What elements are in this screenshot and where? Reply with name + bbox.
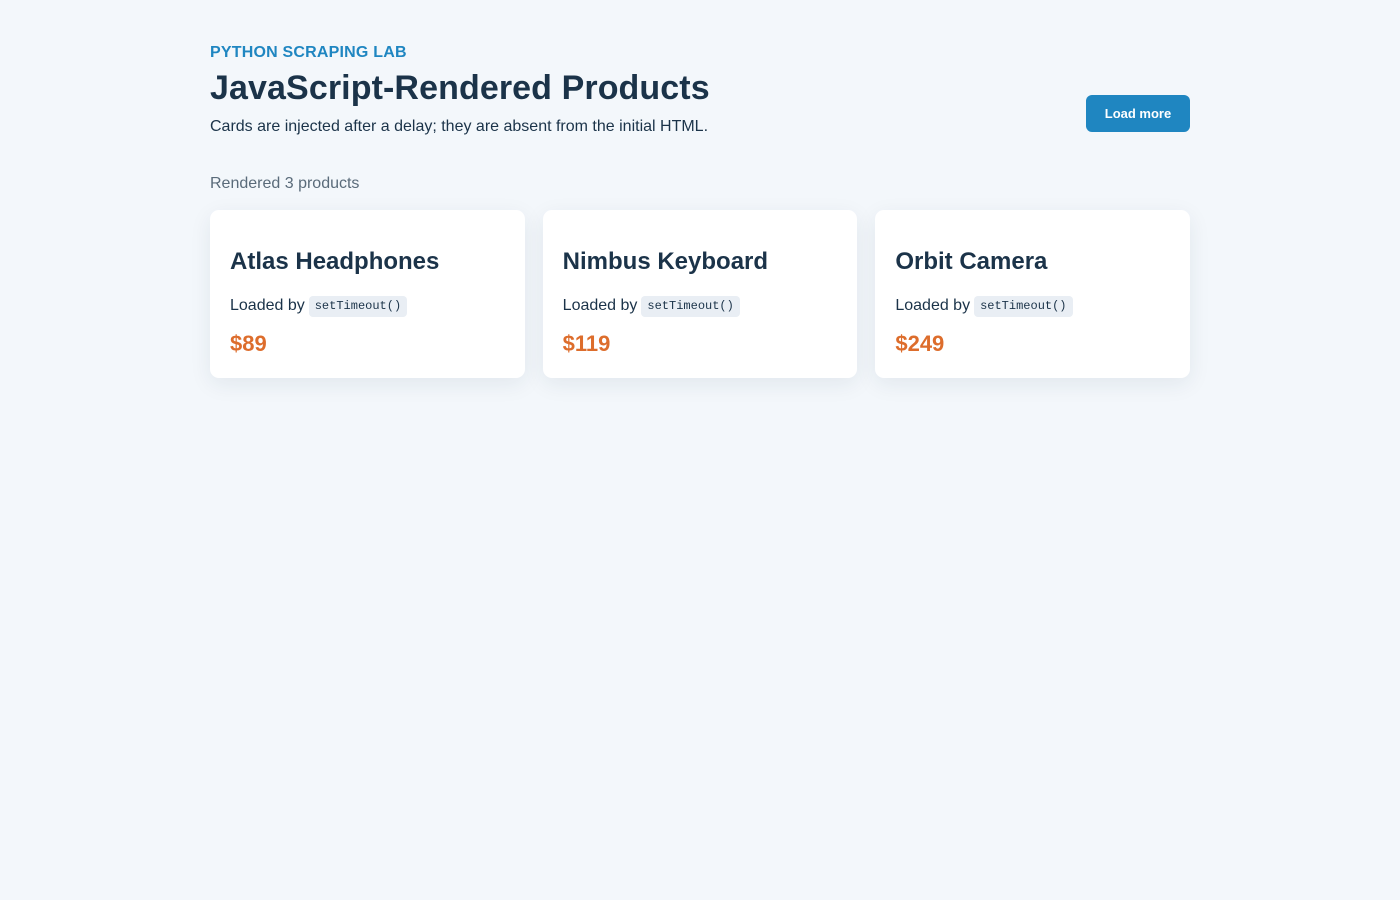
product-price: $119 bbox=[562, 331, 611, 356]
page-subtitle: Cards are injected after a delay; they a… bbox=[210, 118, 709, 135]
loader-code: setTimeout() bbox=[974, 296, 1073, 317]
product-loaded-by: Loaded by setTimeout() bbox=[230, 294, 505, 317]
page-container: PYTHON SCRAPING LAB JavaScript-Rendered … bbox=[210, 44, 1191, 378]
product-name: Atlas Headphones bbox=[230, 248, 440, 275]
product-card: Orbit Camera Loaded by setTimeout() $249 bbox=[875, 210, 1191, 378]
product-card: Nimbus Keyboard Loaded by setTimeout() $… bbox=[542, 210, 858, 378]
loaded-by-label: Loaded by bbox=[895, 296, 971, 314]
product-grid: Atlas Headphones Loaded by setTimeout() … bbox=[210, 210, 1191, 378]
product-price: $249 bbox=[895, 331, 945, 356]
loader-code: setTimeout() bbox=[641, 296, 740, 317]
loaded-by-label: Loaded by bbox=[230, 296, 305, 314]
product-name: Orbit Camera bbox=[895, 248, 1048, 275]
product-loaded-by: Loaded by setTimeout() bbox=[895, 294, 1170, 317]
load-more-button[interactable]: Load more bbox=[1086, 95, 1190, 132]
page-header: PYTHON SCRAPING LAB JavaScript-Rendered … bbox=[210, 44, 1190, 174]
product-name: Nimbus Keyboard bbox=[562, 248, 769, 275]
loaded-by-label: Loaded by bbox=[562, 296, 638, 314]
page-title: JavaScript-Rendered Products bbox=[210, 69, 710, 107]
product-loaded-by: Loaded by setTimeout() bbox=[563, 294, 838, 317]
eyebrow-label: PYTHON SCRAPING LAB bbox=[210, 44, 407, 61]
product-price: $89 bbox=[230, 331, 267, 356]
loader-code: setTimeout() bbox=[308, 296, 408, 317]
product-card: Atlas Headphones Loaded by setTimeout() … bbox=[210, 210, 525, 378]
render-status: Rendered 3 products bbox=[210, 175, 360, 192]
